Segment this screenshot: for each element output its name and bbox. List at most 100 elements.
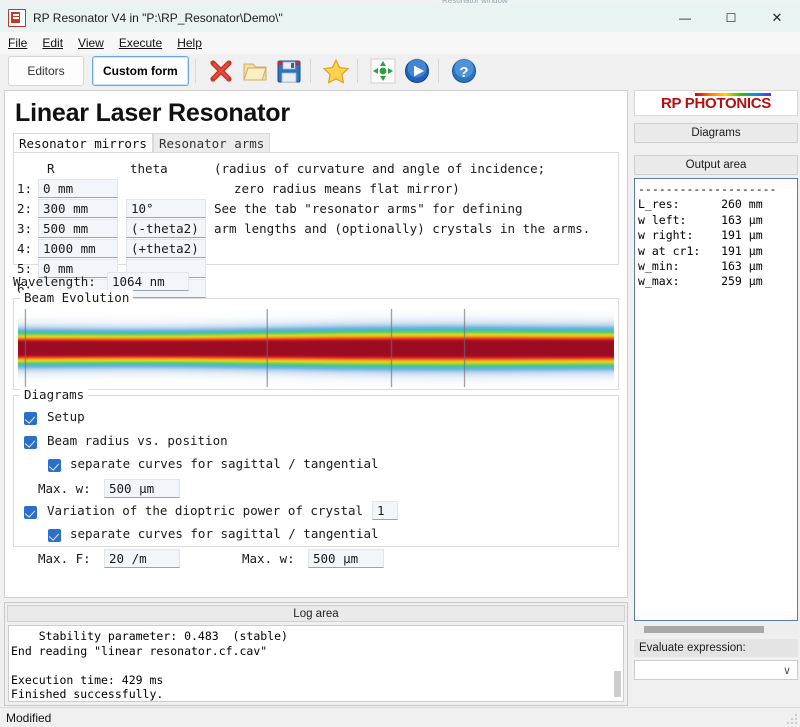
menu-file[interactable]: File	[8, 36, 27, 50]
output-horizontal-scrollbar-thumb[interactable]	[644, 626, 764, 633]
main-form-panel: Linear Laser Resonator Resonator mirrors…	[4, 90, 628, 598]
input-dioptric-maxf[interactable]: 20 /m	[104, 549, 180, 568]
r-input-1[interactable]: 0 mm	[38, 179, 118, 198]
checkbox-beam-radius[interactable]	[24, 436, 37, 449]
beam-evolution-title: Beam Evolution	[20, 290, 134, 305]
right-sidebar: RP P HOTONICS Diagrams Output area ------…	[634, 90, 798, 706]
menu-edit-label: Edit	[42, 36, 64, 50]
output-horizontal-scrollbar[interactable]	[634, 623, 798, 636]
label-beam-radius-separate: separate curves for sagittal / tangentia…	[70, 456, 379, 471]
col-header-r: R	[47, 161, 55, 176]
menu-file-label: File	[8, 36, 28, 50]
help-line-1: (radius of curvature and angle of incide…	[214, 161, 546, 176]
row-label-1: 1:	[17, 181, 33, 196]
log-scrollbar[interactable]	[613, 627, 622, 700]
label-dioptric-maxf: Max. F:	[38, 551, 91, 566]
status-bar: Modified	[0, 707, 800, 727]
close-button[interactable]: ✕	[754, 4, 800, 32]
row-label-3: 3:	[17, 221, 33, 236]
delete-icon[interactable]	[206, 56, 236, 86]
arrange-icon[interactable]	[368, 56, 398, 86]
resize-grip-icon[interactable]	[786, 713, 798, 725]
log-area-text: Stability parameter: 0.483 (stable) End …	[11, 629, 288, 702]
menu-view-label: View	[78, 36, 104, 50]
evaluate-expression-label: Evaluate expression:	[634, 639, 798, 657]
log-scrollbar-thumb[interactable]	[614, 671, 621, 697]
checkbox-setup[interactable]	[24, 412, 37, 425]
label-beam-radius-maxw: Max. w:	[38, 481, 91, 496]
toolbar-separator	[194, 59, 196, 83]
col-header-theta: theta	[130, 161, 168, 176]
help-line-3: See the tab "resonator arms" for definin…	[214, 201, 523, 216]
menu-view[interactable]: View	[78, 36, 104, 50]
editors-button[interactable]: Editors	[8, 56, 84, 86]
tab-resonator-mirrors[interactable]: Resonator mirrors	[13, 133, 153, 152]
logo-rainbow-text: HOTONICS	[694, 94, 772, 112]
beam-evolution-plot[interactable]	[18, 309, 614, 387]
menu-help[interactable]: Help	[177, 36, 202, 50]
row-label-2: 2:	[17, 201, 33, 216]
page-title: Linear Laser Resonator	[15, 99, 290, 127]
row-label-4: 4:	[17, 241, 33, 256]
menu-edit[interactable]: Edit	[42, 36, 63, 50]
theta-input-4[interactable]: (+theta2)	[126, 239, 206, 258]
theta-input-3[interactable]: (-theta2)	[126, 219, 206, 238]
help-line-2: zero radius means flat mirror)	[234, 181, 460, 196]
log-area-header[interactable]: Log area	[7, 605, 625, 622]
application-window: Resonator window RP Resonator V4 in "P:\…	[0, 0, 800, 727]
theta-input-2[interactable]: 10°	[126, 199, 206, 218]
rp-photonics-logo: RP P HOTONICS	[634, 90, 798, 116]
r-input-3[interactable]: 500 mm	[38, 219, 118, 238]
custom-form-button[interactable]: Custom form	[92, 56, 189, 86]
help-icon[interactable]: ?	[449, 56, 479, 86]
label-beam-radius: Beam radius vs. position	[47, 433, 228, 448]
svg-text:?: ?	[459, 64, 468, 81]
evaluate-expression-combo[interactable]: ∨	[634, 660, 798, 680]
r-input-4[interactable]: 1000 mm	[38, 239, 118, 258]
open-folder-icon[interactable]	[240, 56, 270, 86]
diagrams-sidebar-button[interactable]: Diagrams	[634, 123, 798, 143]
r-input-2[interactable]: 300 mm	[38, 199, 118, 218]
resonator-mirrors-panel: R theta (radius of curvature and angle o…	[13, 152, 619, 298]
label-dioptric-separate: separate curves for sagittal / tangentia…	[70, 526, 379, 541]
input-dioptric-maxw[interactable]: 500 µm	[308, 549, 384, 568]
run-icon[interactable]	[402, 56, 432, 86]
favorite-star-icon[interactable]	[321, 56, 351, 86]
checkbox-beam-radius-separate[interactable]	[48, 459, 61, 472]
window-controls: — ☐ ✕	[662, 4, 800, 32]
toolbar-separator-2	[309, 59, 311, 83]
checkbox-dioptric-separate[interactable]	[48, 529, 61, 542]
wavelength-input[interactable]: 1064 nm	[107, 272, 189, 291]
toolbar-separator-4	[437, 59, 439, 83]
maximize-button[interactable]: ☐	[708, 4, 754, 32]
logo-rainbow-bar	[694, 92, 772, 96]
logo-rainbow-part: HOTONICS	[694, 92, 772, 112]
checkbox-dioptric[interactable]	[24, 506, 37, 519]
output-area-text: -------------------- L_res: 260 mm w lef…	[638, 182, 777, 289]
chevron-down-icon: ∨	[782, 664, 791, 677]
wavelength-label: Wavelength:	[13, 274, 96, 289]
status-bar-text: Modified	[6, 710, 52, 725]
toolbar: Editors Custom form ?	[0, 54, 800, 88]
output-area[interactable]: -------------------- L_res: 260 mm w lef…	[634, 178, 798, 621]
logo-prefix: RP P	[660, 94, 695, 112]
tab-resonator-arms[interactable]: Resonator arms	[152, 133, 271, 152]
log-area-body[interactable]: Stability parameter: 0.483 (stable) End …	[8, 625, 624, 702]
label-dioptric: Variation of the dioptric power of cryst…	[47, 503, 364, 518]
menu-execute[interactable]: Execute	[119, 36, 162, 50]
save-floppy-icon[interactable]	[274, 56, 304, 86]
label-setup: Setup	[47, 409, 85, 424]
window-title: RP Resonator V4 in "P:\RP_Resonator\Demo…	[33, 11, 283, 25]
input-dioptric-crystal[interactable]: 1	[372, 501, 398, 520]
output-area-header[interactable]: Output area	[634, 155, 798, 175]
menu-execute-label: Execute	[118, 36, 163, 50]
logo-text: RP P HOTONICS	[660, 92, 772, 112]
diagrams-title: Diagrams	[20, 387, 89, 402]
menu-bar: File Edit View Execute Help	[0, 32, 800, 54]
help-line-4: arm lengths and (optionally) crystals in…	[214, 221, 591, 236]
label-dioptric-maxw: Max. w:	[242, 551, 295, 566]
diagrams-group: Diagrams Setup Beam radius vs. position …	[13, 387, 619, 568]
minimize-button[interactable]: —	[662, 4, 708, 32]
input-beam-radius-maxw[interactable]: 500 µm	[104, 479, 180, 498]
log-area: Log area Stability parameter: 0.483 (sta…	[4, 602, 628, 706]
